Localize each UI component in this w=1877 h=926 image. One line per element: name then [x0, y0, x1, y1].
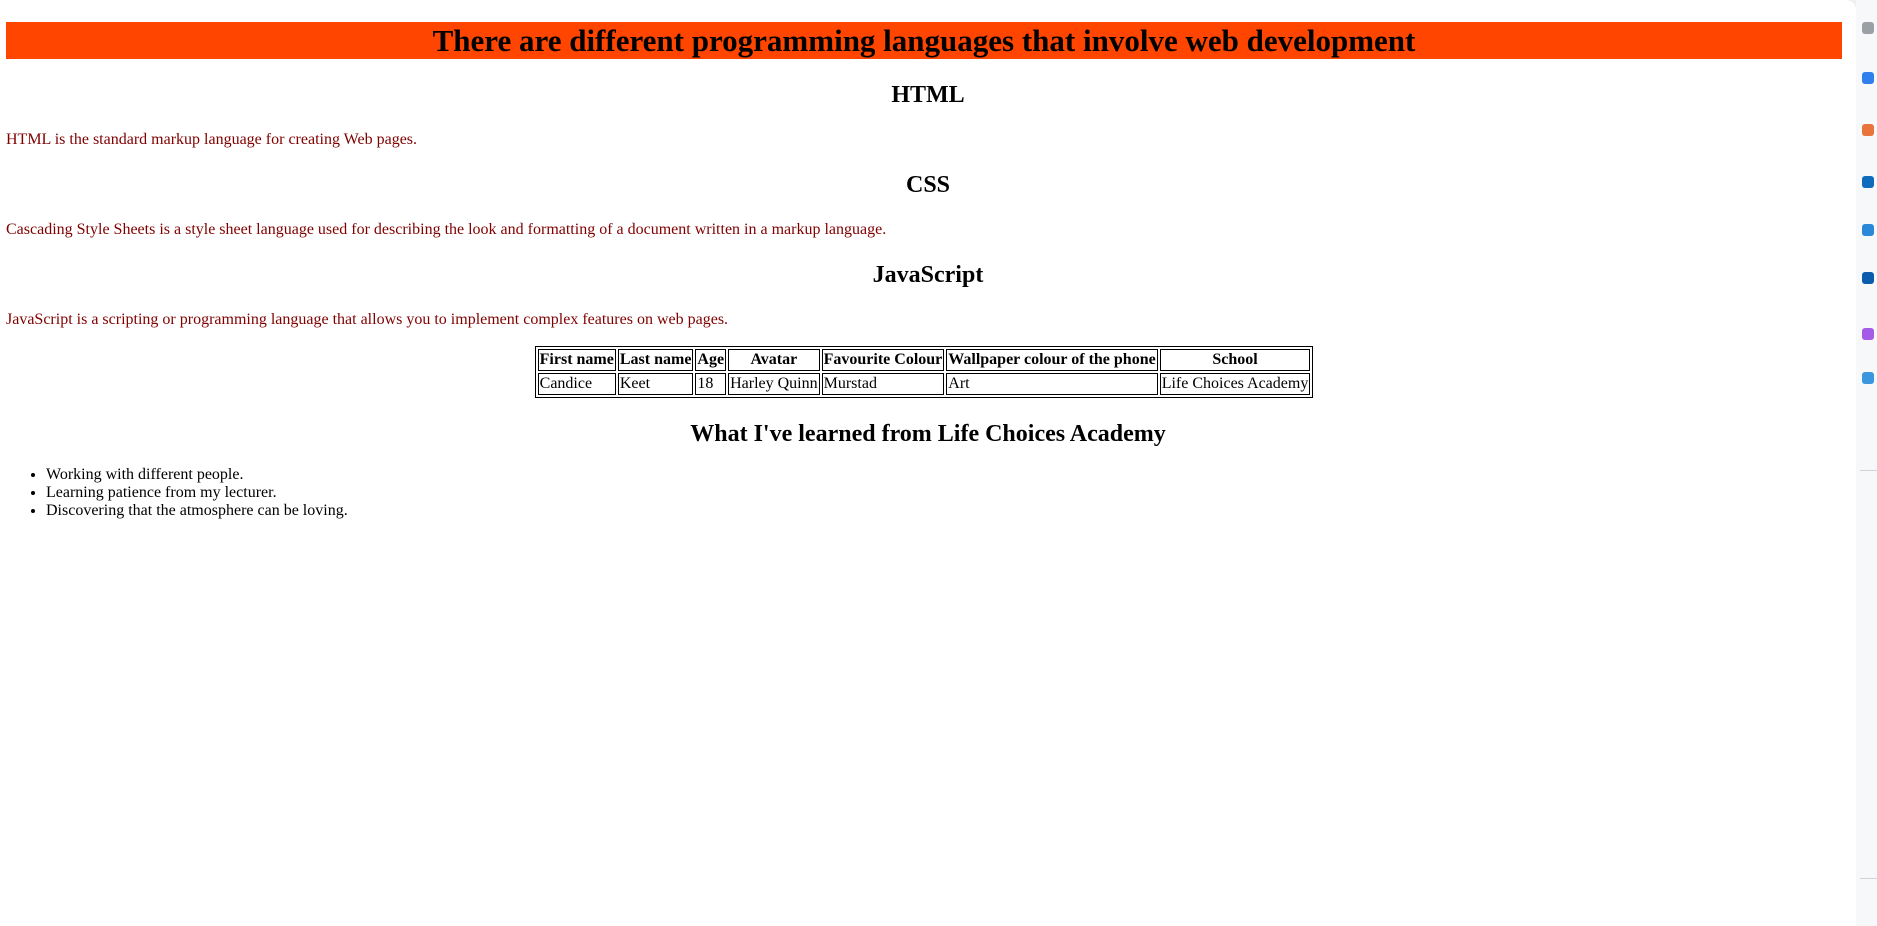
section-heading-html: HTML [891, 82, 965, 108]
learned-list: Working with different people. Learning … [6, 466, 1850, 520]
learned-heading: What I've learned from Life Choices Acad… [690, 421, 1166, 447]
table-row: Candice Keet 18 Harley Quinn Murstad Art… [537, 373, 1311, 395]
office-icon[interactable] [1862, 124, 1874, 136]
table-header-cell: Last name [617, 349, 694, 371]
rail-divider [1860, 470, 1877, 471]
page-content: There are different programming language… [0, 0, 1856, 520]
table-header-cell: Favourite Colour [821, 349, 945, 371]
table-header-row: First name Last name Age Avatar Favourit… [537, 349, 1311, 371]
profile-table: First name Last name Age Avatar Favourit… [534, 346, 1314, 398]
table-cell: Life Choices Academy [1159, 373, 1311, 395]
teams-icon[interactable] [1862, 224, 1874, 236]
browser-viewport: There are different programming language… [0, 0, 1856, 926]
table-cell: Art [946, 373, 1158, 395]
table-header-cell: Wallpaper colour of the phone [946, 349, 1158, 371]
list-item: Learning patience from my lecturer. [46, 484, 1850, 502]
drop-icon[interactable] [1862, 272, 1874, 284]
outlook-icon[interactable] [1862, 176, 1874, 188]
section-heading-css: CSS [905, 172, 951, 198]
table-cell: Harley Quinn [728, 373, 820, 395]
table-header-cell: Avatar [728, 349, 820, 371]
page-banner: There are different programming language… [6, 22, 1842, 59]
browser-sidebar-rail [1856, 0, 1877, 926]
rail-divider [1860, 878, 1877, 879]
table-cell: Murstad [821, 373, 945, 395]
extension-icon[interactable] [1862, 22, 1874, 34]
table-header-cell: Age [695, 349, 727, 371]
table-cell: Keet [617, 373, 694, 395]
table-header-cell: First name [537, 349, 616, 371]
edge-icon[interactable] [1862, 72, 1874, 84]
add-icon[interactable] [1862, 328, 1874, 340]
section-text-html: HTML is the standard markup language for… [6, 131, 418, 148]
section-text-css: Cascading Style Sheets is a style sheet … [6, 221, 887, 238]
table-cell: 18 [695, 373, 727, 395]
table-header-cell: School [1159, 349, 1311, 371]
settings-icon[interactable] [1862, 372, 1874, 384]
list-item: Working with different people. [46, 466, 1850, 484]
list-item: Discovering that the atmosphere can be l… [46, 502, 1850, 520]
section-text-javascript: JavaScript is a scripting or programming… [6, 311, 729, 328]
table-cell: Candice [537, 373, 616, 395]
section-heading-javascript: JavaScript [872, 262, 984, 288]
